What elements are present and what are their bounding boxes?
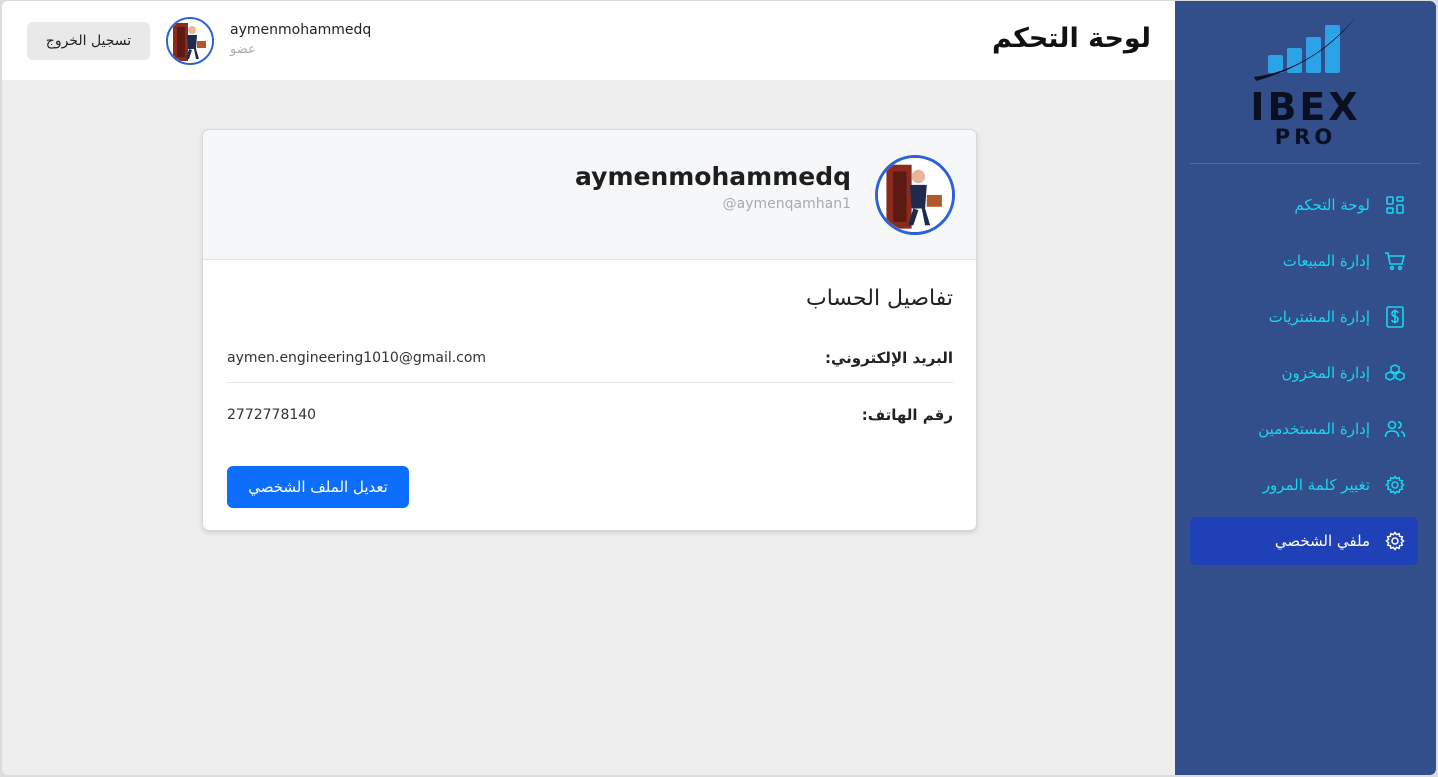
profile-handle: @aymenqamhan1 [722, 196, 851, 212]
edit-profile-button[interactable]: تعديل الملف الشخصي [227, 466, 409, 508]
sidebar-item-label: تغيير كلمة المرور [1262, 476, 1370, 494]
sidebar-divider [1190, 163, 1421, 164]
sidebar-nav: لوحة التحكم إدارة المبيعات إدارة المشتري… [1190, 181, 1418, 573]
users-icon [1384, 418, 1406, 440]
email-label: البريد الإلكتروني: [825, 348, 953, 367]
sidebar-item-dashboard[interactable]: لوحة التحكم [1190, 181, 1418, 229]
top-header: تسجيل الخروج aymenmohammedq عضو لوحة الت… [2, 1, 1175, 80]
ibex-chart-logo-icon [1254, 17, 1356, 81]
header-role: عضو [230, 42, 256, 57]
sidebar-item-label: إدارة المبيعات [1282, 252, 1370, 270]
sidebar-item-users[interactable]: إدارة المستخدمين [1190, 405, 1418, 453]
logout-button[interactable]: تسجيل الخروج [27, 22, 150, 60]
sidebar-item-label: لوحة التحكم [1294, 196, 1370, 214]
sidebar-item-purchases[interactable]: إدارة المشتريات [1190, 293, 1418, 341]
sidebar-item-change-password[interactable]: تغيير كلمة المرور [1190, 461, 1418, 509]
profile-card-header: aymenmohammedq @aymenqamhan1 [203, 130, 976, 260]
email-value: aymen.engineering1010@gmail.com [227, 349, 487, 366]
header-username: aymenmohammedq [230, 22, 372, 38]
user-info: aymenmohammedq عضو [230, 22, 371, 57]
boxes-icon [1384, 362, 1406, 384]
phone-value: 2772778140 [227, 407, 317, 423]
brand-subtitle: PRO [1274, 125, 1337, 149]
profile-avatar [875, 155, 955, 235]
email-row: البريد الإلكتروني: aymen.engineering1010… [227, 333, 953, 383]
app-window: تسجيل الخروج aymenmohammedq عضو لوحة الت… [2, 1, 1436, 775]
sidebar-item-my-profile[interactable]: ملفي الشخصي [1190, 517, 1418, 565]
avatar[interactable] [166, 17, 214, 65]
profile-name: aymenmohammedq [575, 162, 851, 191]
gear-icon [1384, 474, 1406, 496]
brand-title: IBEX [1250, 85, 1361, 129]
person-door-avatar-icon [878, 158, 952, 232]
sidebar: IBEX PRO لوحة التحكم إدارة المبيعات إدار… [1175, 1, 1436, 775]
sidebar-item-label: ملفي الشخصي [1274, 532, 1370, 550]
page-title: لوحة التحكم [991, 23, 1151, 54]
phone-label: رقم الهاتف: [861, 406, 953, 424]
person-door-avatar-icon [168, 19, 212, 63]
cart-icon [1384, 250, 1406, 272]
sidebar-item-sales[interactable]: إدارة المبيعات [1190, 237, 1418, 285]
profile-card: aymenmohammedq @aymenqamhan1 تفاصيل الحس… [202, 129, 977, 531]
sidebar-item-inventory[interactable]: إدارة المخزون [1190, 349, 1418, 397]
sidebar-item-label: إدارة المستخدمين [1258, 420, 1370, 438]
dollar-receipt-icon [1384, 306, 1406, 328]
brand-logo[interactable]: IBEX PRO [1175, 1, 1436, 163]
dashboard-grid-icon [1384, 194, 1406, 216]
account-details-title: تفاصيل الحساب [806, 286, 953, 311]
gear-icon [1384, 530, 1406, 552]
sidebar-item-label: إدارة المخزون [1281, 364, 1370, 382]
phone-row: رقم الهاتف: 2772778140 [227, 390, 953, 440]
sidebar-item-label: إدارة المشتريات [1268, 308, 1370, 326]
